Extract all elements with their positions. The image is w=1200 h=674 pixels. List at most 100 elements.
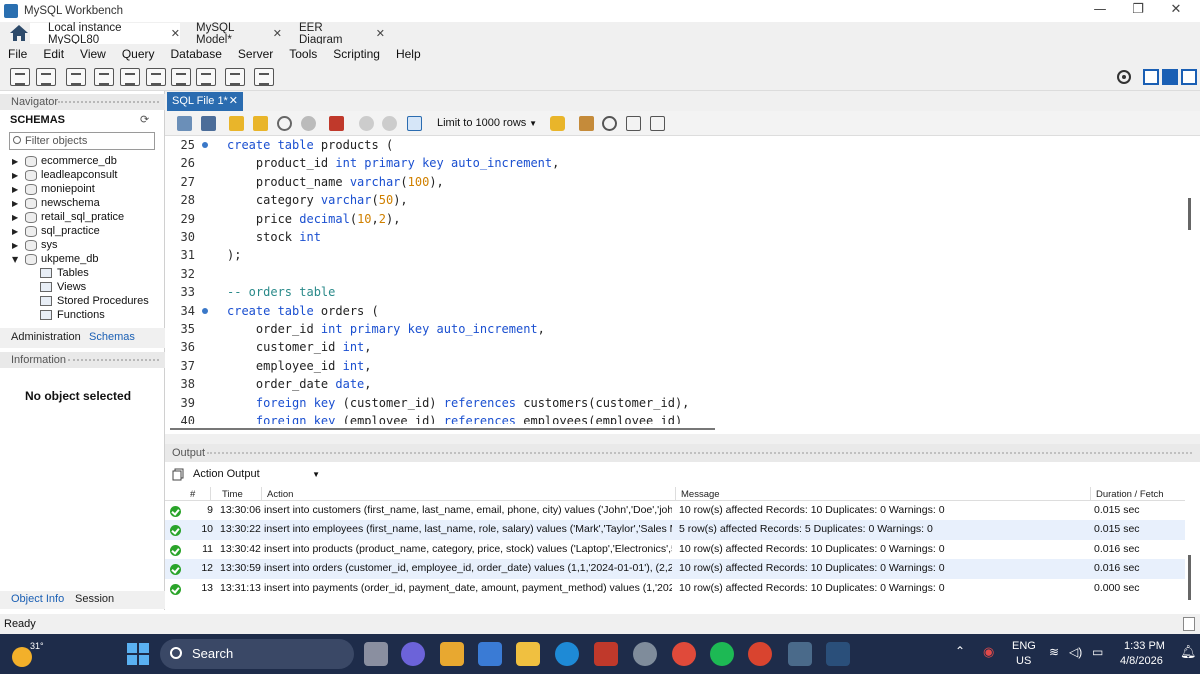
code-line[interactable]: 27 product_name varchar(100), [165, 173, 1185, 191]
table-row[interactable]: 10 13:30:22 insert into employees (first_n… [165, 520, 1185, 540]
toggle-secondary-sidebar-icon[interactable] [1181, 69, 1197, 85]
output-vertical-scrollbar[interactable] [1185, 487, 1200, 607]
code-line[interactable]: 40 foreign key (employee_id) references … [165, 412, 1185, 424]
tree-child-tables[interactable]: Tables [40, 266, 89, 280]
save-icon[interactable] [201, 116, 216, 131]
new-sql-tab-icon[interactable] [10, 68, 30, 86]
menu-view[interactable]: View [72, 47, 114, 61]
code-line[interactable]: 39 foreign key (customer_id) references … [165, 394, 1185, 412]
tab-session[interactable]: Session [75, 593, 114, 605]
home-icon[interactable] [9, 24, 29, 42]
expand-arrow-icon[interactable]: ▶ [12, 227, 22, 236]
settings-gear-icon[interactable] [1115, 68, 1133, 86]
schema-item[interactable]: ▶ leadleapconsult [12, 168, 117, 182]
schema-item[interactable]: ▶ sys [12, 238, 58, 252]
refresh-schemas-icon[interactable]: ⟳ [140, 113, 149, 126]
schema-item[interactable]: ▶ newschema [12, 196, 100, 210]
code-line[interactable]: 25 create table products ( [165, 136, 1185, 154]
invisible-characters-icon[interactable] [626, 116, 641, 131]
clock-time[interactable]: 1:33 PM [1124, 640, 1165, 652]
panel-splitter[interactable] [165, 434, 1200, 444]
create-function-icon[interactable] [196, 68, 216, 86]
rollback-icon[interactable] [382, 116, 397, 131]
resize-grip-icon[interactable] [1183, 617, 1195, 631]
menu-query[interactable]: Query [114, 47, 163, 61]
schema-item-expanded[interactable]: ▼ ukpeme_db [12, 252, 99, 266]
tree-child-stored-procedures[interactable]: Stored Procedures [40, 294, 149, 308]
column-header-duration[interactable]: Duration / Fetch [1096, 489, 1164, 500]
tab-eer-diagram[interactable]: EER Diagram ✕ [281, 22, 385, 46]
column-header-action[interactable]: Action [267, 489, 293, 500]
bible-app-icon[interactable] [594, 642, 618, 666]
postgres-icon[interactable] [788, 642, 812, 666]
beautify-icon[interactable] [579, 116, 594, 131]
table-row[interactable]: 12 13:30:59 insert into orders (customer_i… [165, 559, 1185, 579]
spotify-icon[interactable] [710, 642, 734, 666]
code-line[interactable]: 28 category varchar(50), [165, 191, 1185, 209]
code-line[interactable]: 30 stock int [165, 228, 1185, 246]
table-row[interactable]: 11 13:30:42 insert into products (product_… [165, 540, 1185, 559]
schema-item[interactable]: ▶ sql_practice [12, 224, 100, 238]
open-file-icon[interactable] [177, 116, 192, 131]
scrollbar-thumb[interactable] [1188, 555, 1191, 600]
clock-date[interactable]: 4/8/2026 [1120, 655, 1163, 667]
close-button[interactable]: ✕ [1156, 2, 1196, 22]
language-indicator[interactable]: ENG [1012, 640, 1036, 652]
column-header-message[interactable]: Message [681, 489, 720, 500]
autocommit-icon[interactable] [407, 116, 422, 131]
show-hidden-icons[interactable]: ⌃ [955, 644, 965, 658]
volume-icon[interactable]: ◁) [1069, 645, 1082, 659]
inspector-icon[interactable] [66, 68, 86, 86]
open-sql-script-icon[interactable] [36, 68, 56, 86]
chat-app-icon[interactable] [401, 642, 425, 666]
weather-widget[interactable]: 31° [8, 638, 44, 670]
expand-arrow-icon[interactable]: ▶ [12, 213, 22, 222]
toggle-sidebar-icon[interactable] [1143, 69, 1159, 85]
expand-arrow-icon[interactable]: ▶ [12, 157, 22, 166]
powerpoint-icon[interactable] [748, 642, 772, 666]
collapse-arrow-icon[interactable]: ▼ [12, 255, 22, 264]
table-row[interactable]: 9 13:30:06 insert into customers (first_na… [165, 501, 1185, 520]
schema-item[interactable]: ▶ ecommerce_db [12, 154, 117, 168]
toggle-output-icon[interactable] [1162, 69, 1178, 85]
editor-vertical-scrollbar[interactable] [1185, 136, 1200, 424]
menu-file[interactable]: File [0, 47, 35, 61]
task-view-icon[interactable] [364, 642, 388, 666]
taskbar-search[interactable]: Search [160, 639, 354, 669]
menu-tools[interactable]: Tools [281, 47, 325, 61]
create-table-icon[interactable] [120, 68, 140, 86]
menu-database[interactable]: Database [163, 47, 230, 61]
scrollbar-thumb[interactable] [170, 428, 715, 430]
code-line[interactable]: 38 order_date date, [165, 375, 1185, 393]
find-icon[interactable] [602, 116, 617, 131]
code-line[interactable]: 34 create table orders ( [165, 302, 1185, 320]
menu-help[interactable]: Help [388, 47, 429, 61]
code-line[interactable]: 32 [165, 265, 1185, 283]
scrollbar-thumb[interactable] [1188, 198, 1191, 230]
limit-rows-select[interactable]: Limit to 1000 rows ▼ [431, 114, 541, 133]
start-button[interactable] [127, 643, 149, 665]
create-schema-icon[interactable] [94, 68, 114, 86]
expand-arrow-icon[interactable]: ▶ [12, 241, 22, 250]
stop-icon[interactable] [301, 116, 316, 131]
edge-browser-icon[interactable] [555, 642, 579, 666]
code-line[interactable]: 36 customer_id int, [165, 338, 1185, 356]
expand-arrow-icon[interactable]: ▶ [12, 185, 22, 194]
code-line[interactable]: 33 -- orders table [165, 283, 1185, 301]
menu-edit[interactable]: Edit [35, 47, 72, 61]
sql-code-editor[interactable]: 25 create table products (26 product_id i… [165, 136, 1185, 424]
create-procedure-icon[interactable] [171, 68, 191, 86]
add-snippet-icon[interactable] [550, 116, 565, 131]
code-line[interactable]: 31); [165, 246, 1185, 264]
column-header-number[interactable]: # [190, 489, 195, 500]
toggle-error-icon[interactable] [329, 116, 344, 131]
code-line[interactable]: 37 employee_id int, [165, 357, 1185, 375]
word-wrap-icon[interactable] [650, 116, 665, 131]
tab-object-info[interactable]: Object Info [11, 593, 64, 605]
settings-icon[interactable] [633, 642, 657, 666]
schema-item[interactable]: ▶ moniepoint [12, 182, 95, 196]
column-header-time[interactable]: Time [222, 489, 243, 500]
expand-arrow-icon[interactable]: ▶ [12, 199, 22, 208]
battery-icon[interactable]: ▭ [1092, 645, 1103, 659]
tab-local-instance[interactable]: Local instance MySQL80 ✕ [30, 22, 180, 46]
